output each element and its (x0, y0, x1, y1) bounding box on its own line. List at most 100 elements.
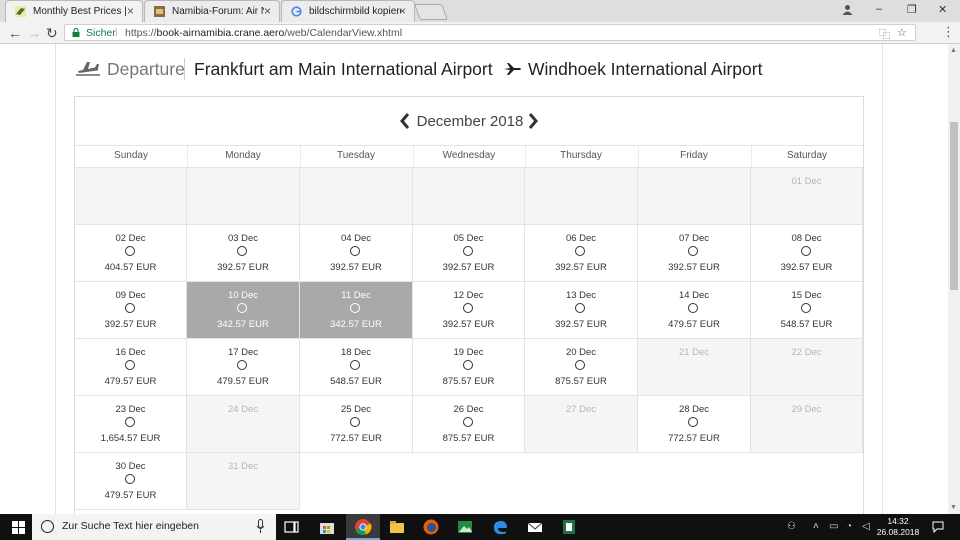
price-calendar: December 2018 Sunday Monday Tuesday Wedn… (74, 96, 864, 516)
calendar-day[interactable]: 17 Dec 479.57 EUR (187, 339, 300, 396)
calendar-day[interactable]: 04 Dec 392.57 EUR (300, 225, 413, 282)
scroll-down-icon[interactable]: ▼ (950, 504, 957, 511)
calendar-day[interactable]: 30 Dec 479.57 EUR (75, 453, 187, 510)
spreadsheet-app-icon[interactable] (560, 518, 578, 536)
day-radio-button[interactable] (125, 360, 135, 370)
forward-icon[interactable]: → (27, 25, 41, 41)
day-radio-button[interactable] (237, 246, 247, 256)
calendar-day[interactable]: 06 Dec 392.57 EUR (525, 225, 638, 282)
calendar-day[interactable]: 15 Dec 548.57 EUR (751, 282, 863, 339)
day-radio-button[interactable] (463, 360, 473, 370)
maximize-icon[interactable]: ❐ (907, 3, 917, 16)
day-date: 29 Dec (791, 404, 822, 415)
next-month-icon[interactable] (527, 112, 539, 130)
network-icon[interactable]: ◔ (846, 521, 852, 532)
mail-icon[interactable] (526, 518, 544, 536)
day-radio-button[interactable] (575, 303, 585, 313)
calendar-day[interactable]: 02 Dec 404.57 EUR (75, 225, 187, 282)
day-radio-button[interactable] (688, 246, 698, 256)
scroll-up-icon[interactable]: ▲ (950, 47, 957, 54)
back-icon[interactable]: ← (8, 25, 22, 41)
calendar-day[interactable]: 05 Dec 392.57 EUR (413, 225, 525, 282)
day-price: 392.57 EUR (555, 319, 607, 330)
day-radio-button[interactable] (125, 417, 135, 427)
store-icon[interactable] (318, 518, 336, 536)
volume-icon[interactable]: ◁ (862, 521, 870, 532)
day-radio-button[interactable] (463, 246, 473, 256)
cortana-icon (41, 520, 54, 533)
microphone-icon[interactable] (256, 519, 265, 534)
destination-airport: Windhoek International Airport (528, 59, 763, 79)
day-date: 24 Dec (227, 404, 259, 415)
close-tab-icon[interactable]: × (399, 4, 406, 18)
tab-air-namibia[interactable]: Monthly Best Prices | Air × (5, 0, 143, 22)
day-radio-button[interactable] (463, 303, 473, 313)
calendar-day[interactable]: 08 Dec 392.57 EUR (751, 225, 863, 282)
day-price: 392.57 EUR (330, 262, 382, 273)
edge-icon[interactable] (491, 518, 509, 536)
new-tab-button[interactable] (414, 4, 448, 20)
day-date: 23 Dec (115, 404, 146, 415)
calendar-day[interactable]: 14 Dec 479.57 EUR (638, 282, 751, 339)
calendar-day[interactable]: 20 Dec 875.57 EUR (525, 339, 638, 396)
profile-icon[interactable] (842, 4, 853, 15)
previous-month-icon[interactable] (399, 112, 411, 130)
calendar-day-cheapest[interactable]: 10 Dec 342.57 EUR (187, 282, 300, 339)
tab-google-search[interactable]: bildschirmbild kopieren × (281, 0, 415, 22)
day-radio-button[interactable] (801, 303, 811, 313)
day-radio-button[interactable] (350, 360, 360, 370)
day-radio-button[interactable] (801, 246, 811, 256)
day-radio-button[interactable] (463, 417, 473, 427)
scrollbar-thumb[interactable] (950, 122, 958, 290)
day-radio-button[interactable] (575, 360, 585, 370)
file-explorer-icon[interactable] (388, 518, 406, 536)
day-radio-button[interactable] (125, 303, 135, 313)
firefox-icon[interactable] (422, 518, 440, 536)
day-radio-button[interactable] (237, 303, 247, 313)
day-radio-button[interactable] (237, 360, 247, 370)
tab-namibia-forum[interactable]: Namibia-Forum: Air Nam × (144, 0, 280, 22)
calendar-day-unavailable: 24 Dec (187, 396, 300, 453)
action-center-icon[interactable] (932, 521, 944, 533)
address-input[interactable]: Sicher | https://book-airnamibia.crane.a… (64, 24, 916, 41)
day-radio-button[interactable] (575, 246, 585, 256)
calendar-day-cheapest[interactable]: 11 Dec 342.57 EUR (300, 282, 413, 339)
minimize-icon[interactable]: – (876, 3, 882, 15)
close-tab-icon[interactable]: × (264, 4, 271, 18)
calendar-day[interactable]: 16 Dec 479.57 EUR (75, 339, 187, 396)
day-price: 392.57 EUR (668, 262, 720, 273)
battery-icon[interactable]: ▭ (829, 521, 838, 532)
browser-menu-icon[interactable]: ⋮ (942, 24, 955, 40)
people-icon[interactable]: ⚇ (787, 521, 796, 532)
translate-icon[interactable]: ⿻ (879, 26, 890, 42)
windows-start-icon[interactable] (12, 521, 25, 534)
calendar-day[interactable]: 09 Dec 392.57 EUR (75, 282, 187, 339)
taskbar-search-box[interactable]: Zur Suche Text hier eingeben (32, 514, 276, 540)
day-radio-button[interactable] (350, 417, 360, 427)
day-radio-button[interactable] (350, 246, 360, 256)
reload-icon[interactable]: ↻ (46, 25, 58, 42)
day-radio-button[interactable] (688, 303, 698, 313)
calendar-day[interactable]: 23 Dec 1,654.57 EUR (75, 396, 187, 453)
close-window-icon[interactable]: ✕ (938, 3, 947, 16)
calendar-day[interactable]: 18 Dec 548.57 EUR (300, 339, 413, 396)
photos-icon[interactable] (456, 518, 474, 536)
calendar-day[interactable]: 19 Dec 875.57 EUR (413, 339, 525, 396)
day-radio-button[interactable] (125, 474, 135, 484)
calendar-day[interactable]: 25 Dec 772.57 EUR (300, 396, 413, 453)
calendar-day[interactable]: 12 Dec 392.57 EUR (413, 282, 525, 339)
day-radio-button[interactable] (688, 417, 698, 427)
calendar-day[interactable]: 13 Dec 392.57 EUR (525, 282, 638, 339)
calendar-day[interactable]: 07 Dec 392.57 EUR (638, 225, 751, 282)
show-hidden-icons[interactable]: ˄ (813, 521, 819, 532)
day-radio-button[interactable] (125, 246, 135, 256)
calendar-day[interactable]: 03 Dec 392.57 EUR (187, 225, 300, 282)
close-tab-icon[interactable]: × (127, 4, 134, 18)
system-clock[interactable]: 14:32 26.08.2018 (876, 516, 920, 538)
bookmark-star-icon[interactable]: ☆ (897, 26, 907, 39)
tab-title: bildschirmbild kopieren (309, 6, 401, 17)
calendar-day[interactable]: 28 Dec 772.57 EUR (638, 396, 751, 453)
task-view-icon[interactable] (283, 518, 301, 536)
day-radio-button[interactable] (350, 303, 360, 313)
calendar-day[interactable]: 26 Dec 875.57 EUR (413, 396, 525, 453)
